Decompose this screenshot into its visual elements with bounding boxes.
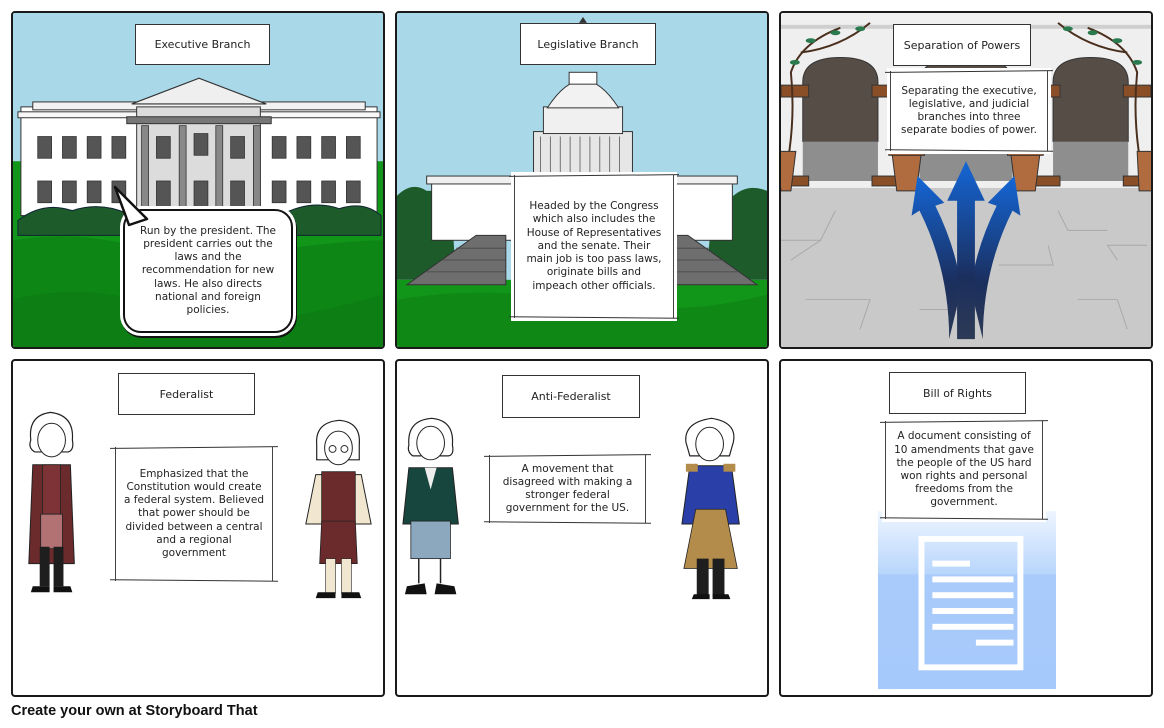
panel-anti-federalist: Anti-Federalist A movement that disagree…	[395, 359, 769, 697]
panel-title: Separation of Powers	[893, 24, 1031, 66]
scroll-description: A movement that disagreed with making a …	[489, 455, 646, 523]
panel-title: Anti-Federalist	[502, 375, 640, 418]
storyboard-that-footer-link[interactable]: Create your own at Storyboard That	[11, 703, 258, 719]
panel-federalist: Federalist Emphasized that the Constitut…	[11, 359, 385, 697]
panel-executive-branch: Executive Branch Run by the president. T…	[11, 11, 385, 349]
colonial-figure-right	[305, 419, 372, 599]
panel-separation-of-powers: Separation of Powers Separating the exec…	[779, 11, 1153, 349]
panel-bill-of-rights: Bill of Rights A document consisting of …	[779, 359, 1153, 697]
panel-title: Legislative Branch	[520, 23, 656, 65]
colonial-figure-left	[402, 417, 459, 595]
document-icon	[877, 511, 1057, 690]
panel-title: Executive Branch	[135, 24, 270, 65]
scroll-description: Headed by the Congress which also includ…	[514, 175, 674, 318]
scroll-description: Emphasized that the Constitution would c…	[115, 447, 273, 581]
panel-title: Bill of Rights	[889, 372, 1026, 414]
panel-title: Federalist	[118, 373, 255, 415]
colonial-figure-right	[681, 417, 740, 600]
speech-bubble-tail	[113, 185, 149, 227]
scroll-description: A document consisting of 10 amendments t…	[885, 421, 1043, 519]
scroll-description: Separating the executive, legislative, a…	[890, 71, 1048, 151]
colonial-figure-left	[28, 411, 75, 593]
panel-legislative-branch: Legislative Branch Headed by the Congres…	[395, 11, 769, 349]
